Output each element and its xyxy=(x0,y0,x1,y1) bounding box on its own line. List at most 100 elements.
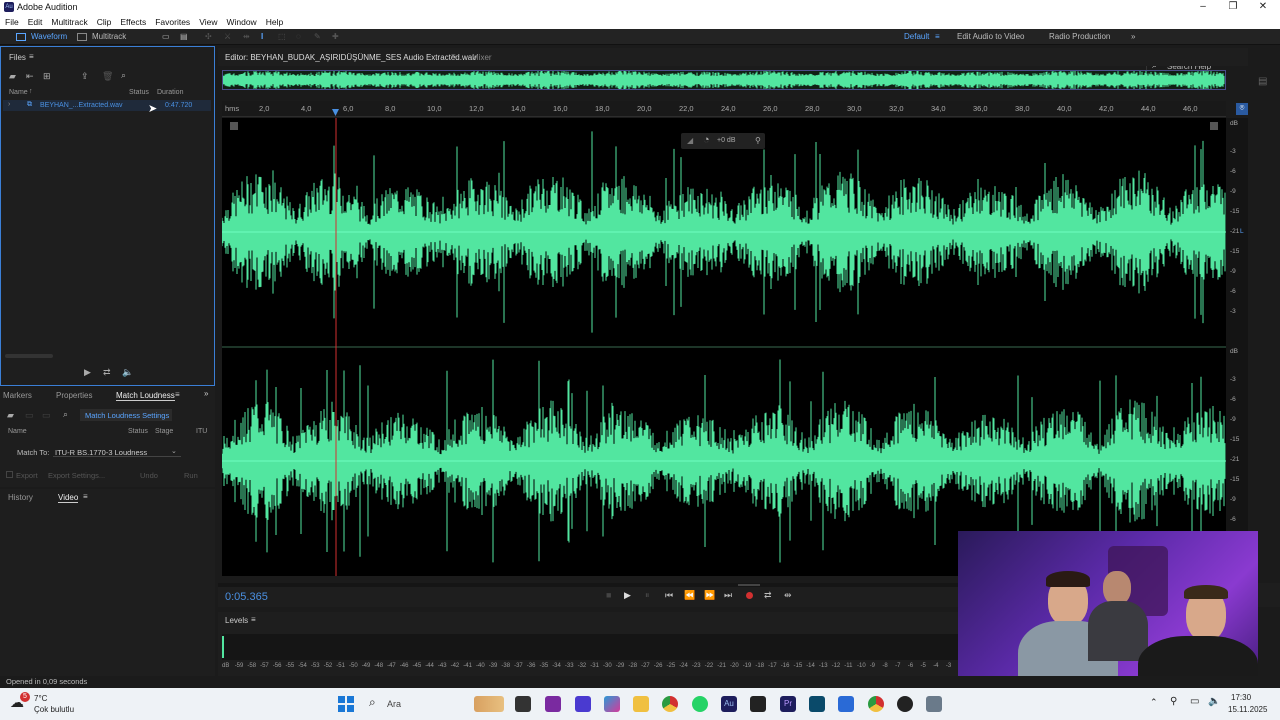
zoom-fit-icon[interactable]: ▤ xyxy=(1258,76,1267,87)
col-duration[interactable]: Duration xyxy=(157,89,183,96)
tool-razor-icon[interactable]: ⚔ xyxy=(224,31,231,43)
app-icon-purple[interactable] xyxy=(545,696,561,712)
insert-icon[interactable]: ⇪ xyxy=(81,71,89,82)
match-loudness-settings-button[interactable]: Match Loudness Settings xyxy=(80,409,172,421)
tab-markers[interactable]: Markers xyxy=(3,391,32,400)
taskbar-search-label[interactable]: Ara xyxy=(387,699,401,709)
pin-icon[interactable]: ⚲ xyxy=(755,136,761,145)
task-view-icon[interactable] xyxy=(515,696,531,712)
panel-menu-icon[interactable]: ≡ xyxy=(251,615,256,624)
snap-icon[interactable]: ⌾ xyxy=(1236,103,1248,115)
loop-preview-icon[interactable]: ⇄ xyxy=(103,367,111,378)
corner-handle-right[interactable] xyxy=(1210,122,1218,130)
menu-edit[interactable]: Edit xyxy=(23,15,47,29)
waveform-overview[interactable] xyxy=(222,70,1226,90)
match-to-select[interactable]: ITU-R BS.1770-3 Loudness ⌄ xyxy=(53,445,181,457)
file-row[interactable]: › ⧉ BEYHAN_...Extracted.wav 0:47.720 xyxy=(3,100,211,111)
tool-slip-icon[interactable]: ⇹ xyxy=(243,31,250,43)
windows-start-icon[interactable] xyxy=(338,696,354,712)
files-panel-title[interactable]: Files xyxy=(9,53,26,62)
tool-brush-icon[interactable]: ✎ xyxy=(314,31,321,43)
go-to-start-icon[interactable]: ⏮ xyxy=(665,590,673,601)
export-checkbox[interactable] xyxy=(6,471,13,478)
workspace-radio-production[interactable]: Radio Production xyxy=(1049,31,1110,43)
horizontal-scrollbar[interactable] xyxy=(5,354,53,358)
workspace-edit-audio-video[interactable]: Edit Audio to Video xyxy=(957,31,1024,43)
tool-lasso-icon[interactable]: ◌ xyxy=(296,31,301,43)
current-time[interactable]: 0:05.365 xyxy=(225,591,268,603)
search-highlight-image[interactable] xyxy=(474,696,504,712)
levels-title[interactable]: Levels xyxy=(225,616,248,625)
col-status[interactable]: Status xyxy=(129,89,149,96)
disabled-icon-2[interactable]: ▭ xyxy=(42,410,51,421)
network-icon[interactable]: ▭ xyxy=(1190,696,1199,707)
workspace-menu-icon[interactable]: ≡ xyxy=(935,31,940,43)
stop-icon[interactable]: ■ xyxy=(606,590,611,600)
waveform-view-button[interactable]: Waveform xyxy=(31,31,67,43)
clock-time[interactable]: 17:30 xyxy=(1231,693,1251,702)
panel-menu-icon[interactable]: ≡ xyxy=(29,52,34,61)
clock-date[interactable]: 15.11.2025 xyxy=(1228,705,1267,714)
tab-properties[interactable]: Properties xyxy=(56,391,92,400)
expand-arrow-icon[interactable]: › xyxy=(8,101,10,108)
menu-file[interactable]: File xyxy=(0,15,23,29)
open-folder-icon[interactable]: ▰ xyxy=(7,410,14,421)
tab-history[interactable]: History xyxy=(8,493,33,502)
minimize-button[interactable]: – xyxy=(1196,1,1210,13)
play-preview-icon[interactable]: ▶ xyxy=(84,367,91,378)
import-icon[interactable]: ⇤ xyxy=(26,71,34,82)
menu-window[interactable]: Window xyxy=(221,15,260,29)
workspace-default[interactable]: Default xyxy=(904,31,929,43)
new-file-icon[interactable]: ⊞ xyxy=(43,71,51,82)
loop-icon[interactable]: ⇄ xyxy=(764,590,772,601)
store-icon[interactable] xyxy=(838,696,854,712)
scroll-thumb[interactable] xyxy=(738,584,760,586)
menu-effects[interactable]: Effects xyxy=(115,15,150,29)
tab-video[interactable]: Video xyxy=(58,493,79,503)
tool-icon-1[interactable]: ▭ xyxy=(162,31,170,43)
tool-marquee-icon[interactable]: ⬚ xyxy=(278,31,286,43)
app-icon-teal[interactable] xyxy=(809,696,825,712)
corner-handle[interactable] xyxy=(230,122,238,130)
disabled-icon-1[interactable]: ▭ xyxy=(25,410,34,421)
close-button[interactable]: ✕ xyxy=(1256,1,1270,13)
chrome-icon[interactable] xyxy=(662,696,678,712)
menu-favorites[interactable]: Favorites xyxy=(150,15,194,29)
tool-move-icon[interactable]: ✣ xyxy=(205,31,212,43)
menu-clip[interactable]: Clip xyxy=(92,15,116,29)
delete-icon[interactable]: 🗑 xyxy=(102,71,113,82)
panel-menu-icon[interactable]: ≡ xyxy=(175,390,180,399)
menu-help[interactable]: Help xyxy=(261,15,287,29)
editor-tab-title[interactable]: Editor: BEYHAN_BUDAK_AŞIRIDÜŞÜNME_SES Au… xyxy=(225,53,476,62)
undo-button[interactable]: Undo xyxy=(140,471,158,480)
autoplay-icon[interactable]: 🔈 xyxy=(122,367,133,378)
chrome-icon-2[interactable] xyxy=(868,696,884,712)
channel-l-label[interactable]: L xyxy=(1240,228,1244,235)
waveform-display[interactable]: ◢ ◔ +0 dB ⚲ xyxy=(221,118,1226,576)
search-icon[interactable]: ⌕ xyxy=(369,695,376,710)
record-icon[interactable] xyxy=(746,592,753,599)
col-name[interactable]: Name xyxy=(9,89,28,96)
audition-taskbar-icon[interactable]: Au xyxy=(721,696,737,712)
tray-chevron-icon[interactable]: ⌃ xyxy=(1150,697,1158,708)
rewind-icon[interactable]: ⏪ xyxy=(684,590,695,601)
panel-menu-icon[interactable]: ≡ xyxy=(83,492,88,501)
run-button[interactable]: Run xyxy=(184,471,198,480)
file-explorer-icon[interactable] xyxy=(633,696,649,712)
analyze-icon[interactable]: ⌕ xyxy=(63,409,68,420)
time-selection-tool-icon[interactable]: I xyxy=(261,31,263,43)
camera-icon[interactable] xyxy=(926,696,942,712)
hud-gain[interactable]: ◢ ◔ +0 dB ⚲ xyxy=(681,133,765,149)
col-itu[interactable]: ITU xyxy=(196,428,207,435)
filter-search-icon[interactable]: ⌕ xyxy=(121,70,126,81)
time-ruler[interactable]: hms 2,0 4,0 6,0 8,0 10,0 12,0 14,0 16,0 18,0 20,0… xyxy=(222,101,1226,117)
menu-multitrack[interactable]: Multitrack xyxy=(46,15,91,29)
tool-heal-icon[interactable]: ✚ xyxy=(332,31,339,43)
menu-view[interactable]: View xyxy=(194,15,221,29)
premiere-icon[interactable]: Pr xyxy=(780,696,796,712)
app-icon-dark[interactable] xyxy=(897,696,913,712)
whatsapp-icon[interactable] xyxy=(692,696,708,712)
open-file-icon[interactable]: ▰ xyxy=(9,71,16,82)
tab-match-loudness[interactable]: Match Loudness xyxy=(116,391,175,401)
maximize-button[interactable]: ❐ xyxy=(1226,1,1240,13)
